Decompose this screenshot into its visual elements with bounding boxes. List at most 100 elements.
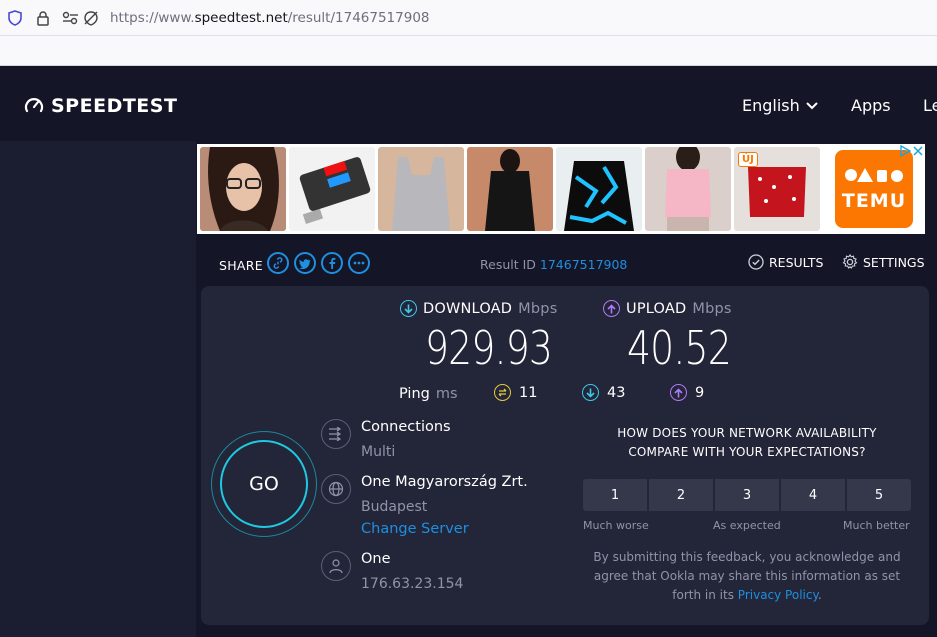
survey-question-line1: HOW DOES YOUR NETWORK AVAILABILITY: [617, 426, 877, 440]
url-path: /result/17467517908: [287, 10, 430, 26]
ping-idle-value: 11: [519, 384, 538, 401]
gear-icon: [842, 254, 858, 269]
nav-apps[interactable]: Apps: [851, 96, 891, 115]
isp-ip: 176.63.23.154: [361, 576, 464, 592]
share-bar: SHARE Result ID 17467517908 RESULTS SETT…: [197, 252, 937, 278]
rating-option-1[interactable]: 1: [583, 479, 647, 511]
nav-apps-label: Apps: [851, 96, 891, 115]
ping-download-icon: [582, 384, 599, 401]
close-icon[interactable]: [913, 146, 923, 156]
rating-option-5[interactable]: 5: [847, 479, 911, 511]
advertisement-banner[interactable]: ÚJ TEMU: [197, 144, 925, 234]
rating-option-2[interactable]: 2: [649, 479, 713, 511]
rating-option-4[interactable]: 4: [781, 479, 845, 511]
chevron-down-icon: [806, 101, 818, 109]
twitter-icon: [299, 258, 311, 269]
ping-upload: 9: [670, 384, 704, 401]
go-button-ring: GO: [211, 431, 317, 537]
connections-value: Multi: [361, 444, 396, 460]
user-icon: [321, 551, 351, 581]
share-facebook-button[interactable]: [321, 252, 343, 274]
lock-icon[interactable]: [34, 9, 52, 27]
speedometer-icon: [24, 98, 44, 113]
rating-option-3[interactable]: 3: [715, 479, 779, 511]
ad-product-image[interactable]: [200, 147, 286, 231]
ping-unit: ms: [435, 386, 458, 402]
speedtest-logo[interactable]: SPEEDTEST: [24, 95, 177, 117]
share-twitter-button[interactable]: [294, 252, 316, 274]
facebook-icon: [329, 257, 336, 269]
privacy-policy-link[interactable]: Privacy Policy: [738, 588, 818, 602]
left-sidebar: [0, 141, 196, 637]
result-panel: DOWNLOAD Mbps 929.93 UPLOAD Mbps 40.52 P…: [201, 286, 929, 625]
new-badge: ÚJ: [738, 152, 758, 167]
connections-title: Connections: [361, 419, 451, 435]
result-id-value[interactable]: 17467517908: [540, 257, 627, 272]
isp-name: One: [361, 551, 391, 567]
go-button[interactable]: GO: [220, 440, 308, 528]
language-selector[interactable]: English: [742, 96, 818, 115]
url-prefix: https://www.: [110, 10, 195, 26]
ad-product-image[interactable]: [556, 147, 642, 231]
server-name: One Magyarország Zrt.: [361, 474, 528, 490]
site-header: SPEEDTEST English Apps Le: [0, 67, 937, 141]
disclaimer-line3-prefix: forth in its: [672, 588, 734, 602]
connections-icon[interactable]: [321, 419, 351, 449]
upload-header: UPLOAD Mbps: [603, 300, 754, 317]
upload-icon: [603, 300, 620, 317]
ping-idle-icon: [494, 384, 511, 401]
ad-product-image[interactable]: [645, 147, 731, 231]
settings-button[interactable]: SETTINGS: [842, 254, 925, 270]
disclaimer-line2: agree that Ookla may share this informat…: [593, 569, 901, 583]
share-label: SHARE: [219, 258, 263, 273]
url-text[interactable]: https://www.speedtest.net/result/1746751…: [110, 10, 430, 26]
ping-download: 43: [582, 384, 625, 401]
share-link-button[interactable]: [267, 252, 289, 274]
language-label: English: [742, 96, 800, 115]
temu-logo[interactable]: TEMU: [835, 150, 913, 228]
nav-learn[interactable]: Le: [923, 96, 937, 115]
ad-product-image[interactable]: [289, 147, 375, 231]
results-button[interactable]: RESULTS: [748, 254, 823, 270]
download-unit: Mbps: [518, 300, 558, 317]
ad-choices[interactable]: [899, 145, 923, 157]
settings-label: SETTINGS: [863, 254, 925, 270]
speedtest-page: SPEEDTEST English Apps Le ÚJ TEMU SHARE …: [0, 67, 937, 637]
upload-value: 40.52: [627, 321, 732, 375]
more-icon: [353, 261, 365, 265]
ad-info-icon[interactable]: [899, 145, 911, 157]
share-more-button[interactable]: [348, 252, 370, 274]
ping-download-value: 43: [607, 384, 626, 401]
tracking-blocked-icon[interactable]: [82, 9, 100, 27]
link-icon: [273, 257, 283, 269]
ping-upload-value: 9: [695, 384, 705, 401]
upload-unit: Mbps: [692, 300, 732, 317]
permissions-icon[interactable]: [62, 9, 80, 27]
upload-label: UPLOAD: [626, 300, 687, 317]
change-server-link[interactable]: Change Server: [361, 521, 469, 537]
ad-product-image[interactable]: [467, 147, 553, 231]
result-id: Result ID 17467517908: [480, 257, 627, 272]
upload-metric: UPLOAD Mbps 40.52: [603, 300, 754, 375]
server-city: Budapest: [361, 499, 428, 515]
survey-question-line2: COMPARE WITH YOUR EXPECTATIONS?: [628, 445, 866, 459]
shield-icon[interactable]: [6, 9, 24, 27]
nav-learn-label: Le: [923, 96, 937, 115]
disclaimer-line3: forth in its Privacy Policy.: [586, 586, 908, 605]
result-id-label: Result ID: [480, 257, 536, 272]
ping-label-group: Ping ms: [399, 386, 458, 402]
browser-url-bar[interactable]: https://www.speedtest.net/result/1746751…: [0, 0, 937, 36]
download-label: DOWNLOAD: [423, 300, 513, 317]
ping-upload-icon: [670, 384, 687, 401]
temu-mascot-icon: [845, 168, 903, 182]
ad-product-image[interactable]: [378, 147, 464, 231]
results-label: RESULTS: [769, 254, 824, 270]
rating-scale: 1 2 3 4 5: [583, 479, 911, 511]
rating-low-label: Much worse: [583, 519, 649, 532]
ping-idle: 11: [494, 384, 537, 401]
url-host: speedtest.net: [194, 10, 288, 26]
feedback-disclaimer: By submitting this feedback, you acknowl…: [586, 548, 908, 605]
bookmarks-toolbar: [0, 36, 937, 66]
disclaimer-suffix: .: [817, 588, 822, 602]
download-metric: DOWNLOAD Mbps 929.93: [400, 300, 580, 375]
